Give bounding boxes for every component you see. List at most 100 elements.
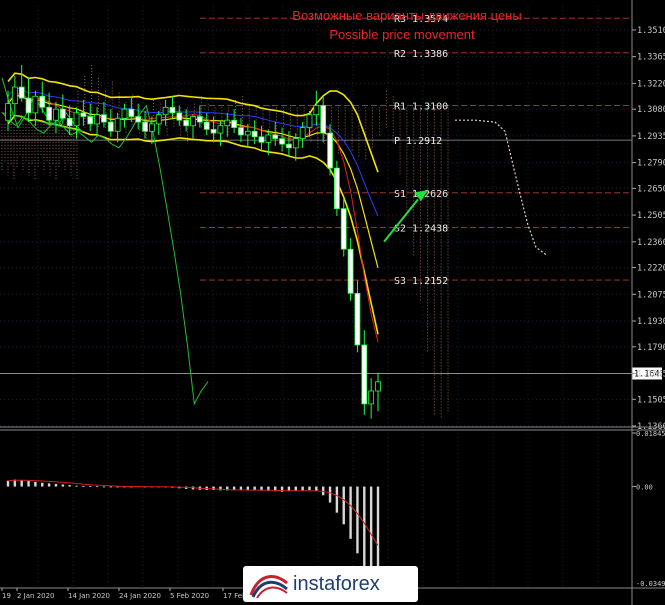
candle-body (333, 167, 340, 210)
macd-tick-label: 0.00 (636, 484, 653, 492)
y-tick-label: 1.1790 (637, 343, 665, 353)
candle-body (217, 125, 224, 134)
macd-bar (68, 485, 71, 487)
candle-body (361, 344, 368, 405)
forecast-arrow-shaft (383, 198, 419, 243)
macd-bar (34, 481, 37, 487)
macd-bar (335, 486, 339, 513)
candle-body (238, 127, 244, 136)
macd-bar (89, 485, 92, 487)
macd-bar (315, 486, 318, 491)
macd-bar (102, 486, 106, 488)
bollinger-lower (7, 114, 379, 335)
candle-body (347, 248, 354, 294)
candle-body (128, 108, 135, 117)
macd-bar (27, 481, 30, 487)
macd-bar (41, 482, 44, 487)
macd-bar (82, 485, 85, 487)
candle-body (375, 381, 381, 392)
macd-bar (61, 484, 65, 487)
pivot-label: R1 1.3100 (394, 101, 448, 112)
macd-bar (75, 485, 78, 487)
chart-subtitle: Possible price movement (329, 27, 475, 42)
logo-text: instaforex (293, 572, 380, 595)
macd-tick-label: -0.03495 (636, 580, 665, 588)
candle-body (299, 127, 306, 140)
macd-bar (294, 486, 297, 491)
instaforex-logo-icon (249, 575, 288, 599)
candle-body (183, 119, 190, 127)
macd-bar (301, 486, 304, 491)
candle-body (231, 119, 238, 128)
candle-body (142, 121, 148, 132)
candle-body (190, 116, 196, 127)
candle-body (121, 108, 128, 119)
pivot-label: R2 1.3386 (394, 49, 448, 60)
y-tick-label: 1.2935 (637, 132, 665, 142)
candle-body (11, 86, 18, 105)
chikou-line (0, 77, 209, 406)
candle-body (327, 132, 333, 169)
candle-body (66, 117, 73, 127)
pivot-levels: R3 1.3574R2 1.3386R1 1.3100P 1.2912S1 1.… (0, 14, 665, 380)
instaforex-logo: instaforex (243, 566, 418, 602)
pivot-label: P 1.2912 (394, 136, 442, 147)
candle-body (25, 97, 32, 114)
x-tick-label: 14 Jan 2020 (68, 592, 110, 600)
candle-body (340, 208, 347, 250)
y-tick-label: 1.3365 (637, 53, 665, 63)
macd-bar (328, 486, 332, 503)
candle-body (354, 292, 361, 346)
candle-body (32, 95, 39, 114)
candle-body (203, 121, 210, 130)
y-tick-label: 1.2505 (637, 211, 665, 221)
candle-body (258, 136, 265, 143)
candle-body (251, 130, 258, 138)
y-tick-label: 1.2790 (637, 159, 665, 169)
candle-body (210, 129, 217, 134)
y-tick-label: 1.2220 (637, 264, 665, 274)
candle-body (135, 116, 142, 123)
candle-body (73, 112, 80, 127)
candle-body (155, 114, 162, 125)
candle-body (286, 143, 292, 149)
macd-bar (47, 483, 51, 487)
chart-title: Возможные варианты движения цены (292, 8, 521, 23)
macd-bar (246, 486, 250, 491)
candle-body (148, 123, 155, 132)
x-tick-label: 2 Jan 2020 (17, 592, 55, 600)
candle-body (279, 138, 285, 145)
candle-body (101, 114, 107, 123)
macd-bar (54, 483, 58, 487)
candle-body (162, 106, 169, 116)
candle-body (176, 112, 183, 121)
macd-bar (349, 486, 352, 539)
x-tick-label: 24 Jan 2020 (119, 592, 161, 600)
candle-body (18, 86, 25, 99)
candle-body (80, 112, 87, 117)
candle-body (244, 130, 251, 136)
y-tick-label: 1.1505 (637, 395, 665, 405)
candle-body (196, 116, 203, 123)
pivot-label: S3 1.2152 (394, 276, 448, 287)
macd-bar (6, 480, 10, 487)
candle-body (46, 106, 53, 121)
y-tick-label: 1.1645 (637, 370, 665, 380)
y-tick-label: 1.3080 (637, 105, 665, 115)
candle-body (94, 114, 100, 125)
chart-root: { "chart_data": { "type": "candlestick",… (0, 0, 665, 605)
y-tick-label: 1.1930 (637, 317, 665, 327)
y-tick-label: 1.2650 (637, 184, 665, 194)
x-tick-label: 19 (2, 592, 11, 600)
x-tick-label: 5 Feb 2020 (170, 592, 209, 600)
candle-body (292, 138, 299, 149)
candle-body (320, 105, 327, 134)
candle-body (272, 134, 279, 140)
macd-bar (212, 486, 215, 491)
candle-body (265, 134, 272, 143)
macd-bar (20, 480, 23, 487)
y-tick-label: 1.2360 (637, 238, 665, 248)
candle-body (87, 116, 94, 125)
pivot-label: S2 1.2438 (394, 223, 448, 234)
macd-bar (95, 486, 99, 488)
